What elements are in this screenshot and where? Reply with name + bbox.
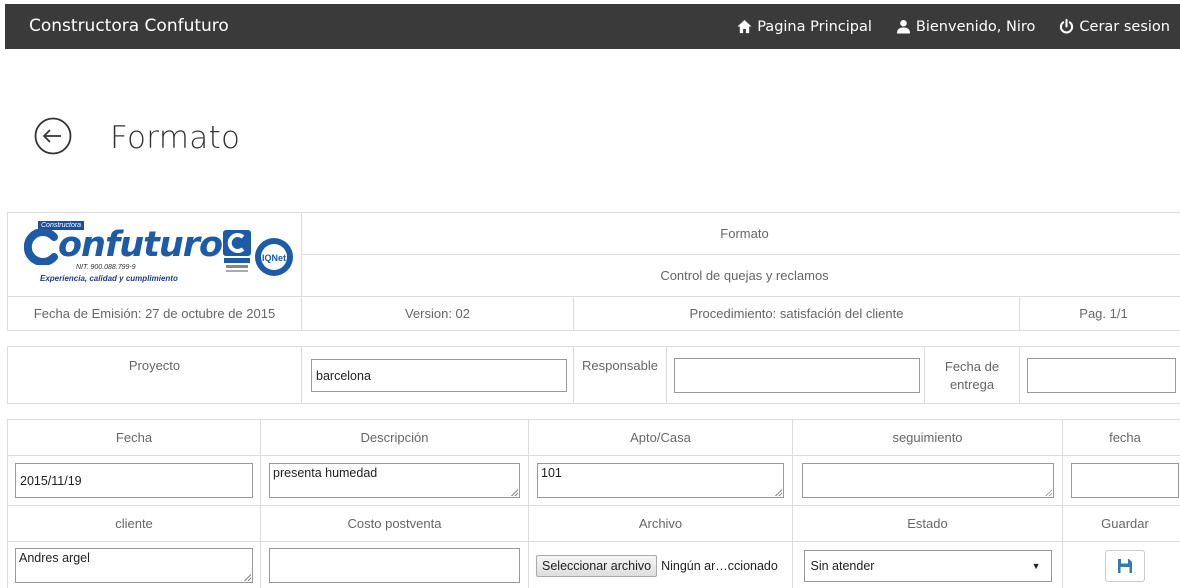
fecha2-input[interactable] bbox=[1071, 463, 1179, 498]
file-status: Ningún ar…ccionado bbox=[661, 558, 778, 573]
col-descripcion-label: Descripción bbox=[260, 419, 529, 456]
col-estado-label: Estado bbox=[792, 505, 1063, 542]
proyecto-input[interactable]: barcelona bbox=[311, 358, 567, 392]
top-navbar: Constructora Confuturo Pagina Principal … bbox=[5, 4, 1180, 49]
fecha-cell: 2015/11/19 bbox=[7, 455, 261, 506]
iqnet-label: IQNet bbox=[262, 253, 286, 263]
cliente-textarea[interactable]: Andres argel bbox=[15, 548, 253, 583]
nav-logout-label: Cerar sesion bbox=[1079, 18, 1170, 35]
procedure: Procedimiento: satisfación del cliente bbox=[573, 296, 1020, 331]
select-file-button[interactable]: Seleccionar archivo bbox=[536, 554, 658, 577]
responsable-cell bbox=[666, 346, 925, 404]
cliente-cell: Andres argel bbox=[7, 541, 261, 588]
col-seguimiento-label: seguimiento bbox=[792, 419, 1063, 456]
col-apto-label: Apto/Casa bbox=[528, 419, 793, 456]
logo-cell: Constructora onfuturo NIT. 900.088.799-9… bbox=[7, 212, 302, 297]
version: Version: 02 bbox=[301, 296, 574, 331]
costo-input[interactable] bbox=[269, 548, 520, 583]
estado-selected: Sin atender bbox=[810, 558, 875, 573]
emission-date: Fecha de Emisión: 27 de octubre de 2015 bbox=[7, 296, 302, 331]
logo-nit: NIT. 900.088.799-9 bbox=[76, 264, 136, 271]
header-subtitle: Control de quejas y reclamos bbox=[301, 254, 1180, 297]
descripcion-textarea[interactable]: presenta humedad bbox=[269, 463, 520, 498]
page-count: Pag. 1/1 bbox=[1019, 296, 1180, 331]
proyecto-label: Proyecto bbox=[7, 346, 302, 404]
costo-cell bbox=[260, 541, 529, 588]
dropdown-arrow-icon: ▼ bbox=[1031, 560, 1041, 571]
nav-logout-link[interactable]: Cerar sesion bbox=[1059, 19, 1170, 35]
page-title: Formato bbox=[110, 120, 241, 156]
fecha-input[interactable]: 2015/11/19 bbox=[15, 463, 253, 498]
project-table: Proyecto barcelona Responsable Fecha de … bbox=[7, 346, 1180, 404]
logo-wordmark: onfuturo bbox=[58, 225, 223, 265]
power-icon bbox=[1059, 19, 1074, 34]
user-icon bbox=[896, 19, 911, 34]
archivo-cell: Seleccionar archivo Ningún ar…ccionado bbox=[528, 541, 793, 588]
responsable-input[interactable] bbox=[674, 357, 920, 393]
format-header-table: Constructora onfuturo NIT. 900.088.799-9… bbox=[7, 212, 1180, 331]
back-button[interactable] bbox=[34, 117, 72, 155]
logo-c-mark-icon bbox=[24, 229, 58, 265]
nav-user-label: Bienvenido, Niro bbox=[915, 18, 1036, 35]
estado-select[interactable]: Sin atender ▼ bbox=[803, 549, 1052, 582]
descripcion-cell: presenta humedad bbox=[260, 455, 529, 506]
col-guardar-label: Guardar bbox=[1062, 505, 1180, 542]
col-fecha-label: Fecha bbox=[7, 419, 261, 456]
fecha-entrega-label: Fecha de entrega bbox=[924, 346, 1020, 404]
col-costo-label: Costo postventa bbox=[260, 505, 529, 542]
home-icon bbox=[737, 19, 752, 34]
seguimiento-cell bbox=[792, 455, 1063, 506]
fecha2-cell bbox=[1062, 455, 1180, 506]
save-button[interactable] bbox=[1105, 549, 1145, 582]
iqnet-cert-icon: IQNet bbox=[255, 238, 293, 276]
responsable-label: Responsable bbox=[573, 346, 667, 404]
nav-home-link[interactable]: Pagina Principal bbox=[737, 19, 872, 35]
proyecto-cell: barcelona bbox=[301, 346, 574, 404]
guardar-cell bbox=[1062, 541, 1180, 588]
col-cliente-label: cliente bbox=[7, 505, 261, 542]
fecha-entrega-cell bbox=[1019, 346, 1180, 404]
company-logo: Constructora onfuturo NIT. 900.088.799-9… bbox=[20, 219, 293, 287]
fecha-entrega-input[interactable] bbox=[1027, 357, 1176, 393]
apto-cell: 101 bbox=[528, 455, 793, 506]
complaint-form-table: Fecha Descripción Apto/Casa seguimiento … bbox=[7, 419, 1180, 588]
header-title: Formato bbox=[301, 212, 1180, 255]
nav-user-link[interactable]: Bienvenido, Niro bbox=[896, 18, 1036, 35]
seguimiento-textarea[interactable] bbox=[801, 463, 1054, 498]
nav-home-label: Pagina Principal bbox=[757, 18, 872, 35]
estado-cell: Sin atender ▼ bbox=[792, 541, 1063, 588]
col-fecha2-label: fecha bbox=[1062, 419, 1180, 456]
apto-textarea[interactable]: 101 bbox=[537, 463, 784, 498]
file-input[interactable]: Seleccionar archivo Ningún ar…ccionado bbox=[536, 554, 792, 578]
navbar-links: Pagina Principal Bienvenido, Niro Cerar … bbox=[713, 4, 1180, 49]
col-archivo-label: Archivo bbox=[528, 505, 793, 542]
navbar-brand[interactable]: Constructora Confuturo bbox=[29, 4, 229, 49]
logo-slogan: Experiencia, calidad y cumplimiento bbox=[40, 274, 178, 283]
floppy-disk-icon bbox=[1118, 558, 1132, 573]
icontec-cert-icon bbox=[223, 230, 251, 272]
arrow-left-circle-icon bbox=[34, 117, 72, 155]
